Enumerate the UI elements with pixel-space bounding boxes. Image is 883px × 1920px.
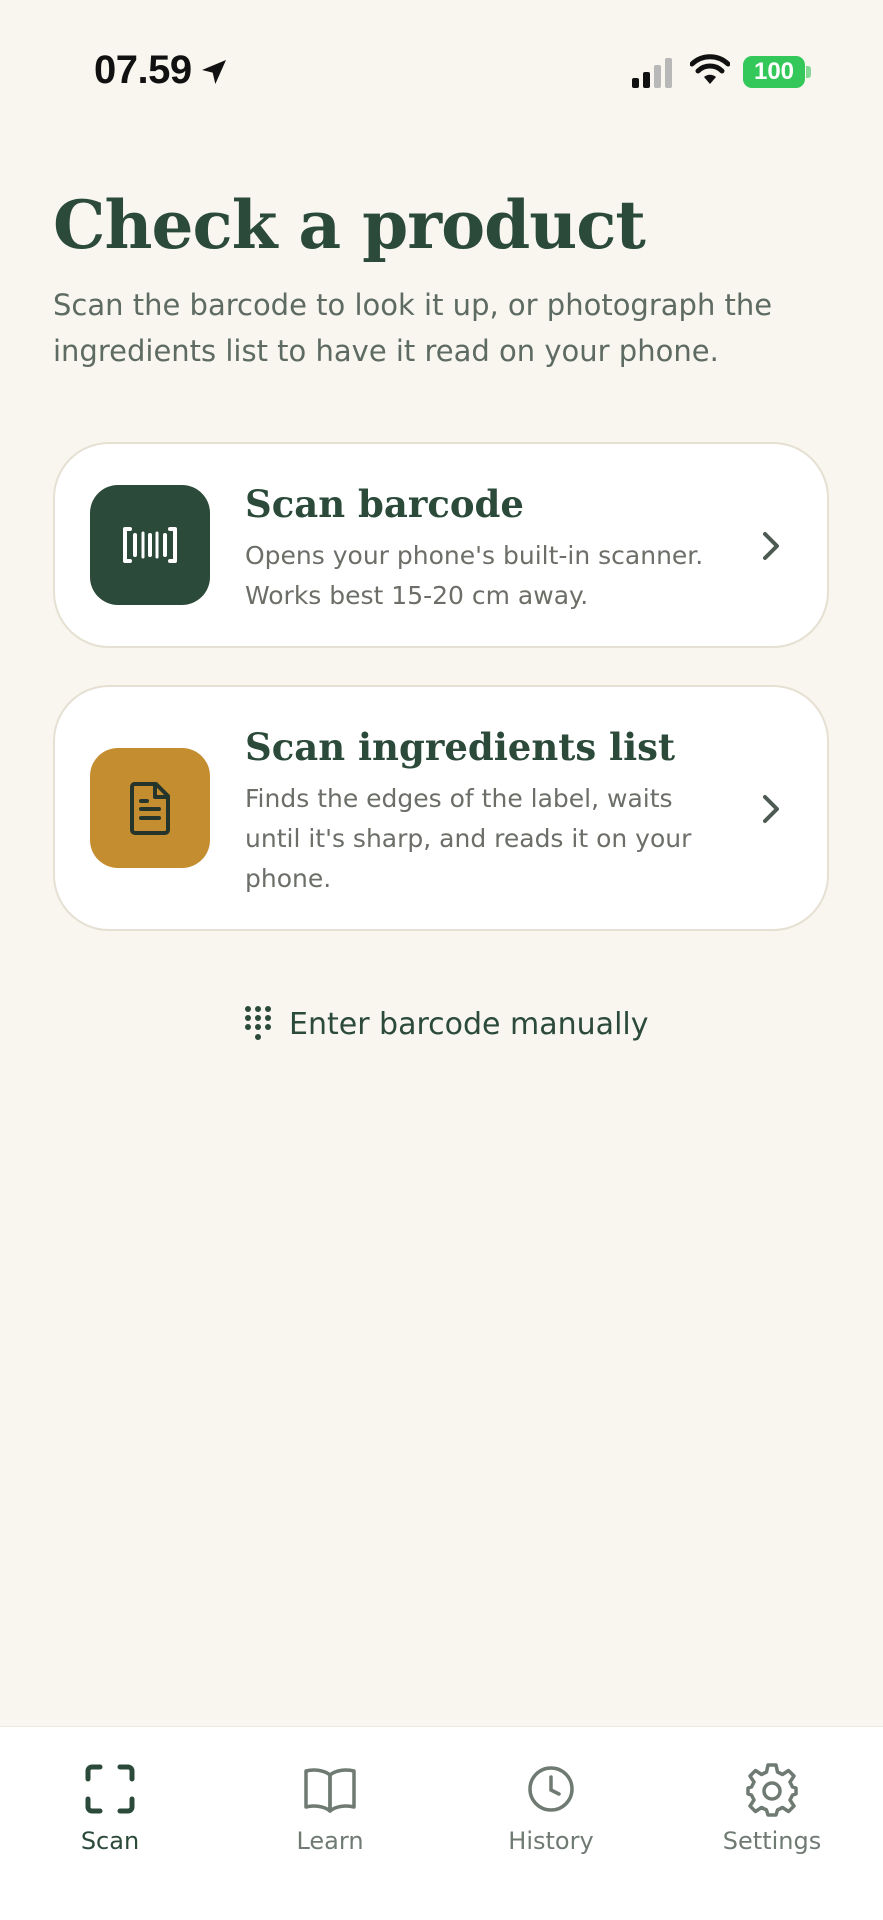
enter-barcode-manually-button[interactable]: Enter barcode manually (243, 1000, 649, 1048)
page-title: Check a product (53, 186, 646, 264)
scan-screen: 07.59 100 Check a product Scan the barco… (0, 0, 883, 1920)
scan-barcode-description: Opens your phone's built-in scanner. Wor… (245, 541, 704, 610)
gear-icon (746, 1763, 798, 1817)
enter-barcode-manually-label: Enter barcode manually (289, 1006, 649, 1042)
tab-scan[interactable]: Scan (30, 1761, 190, 1871)
chevron-right-icon (763, 795, 779, 823)
scan-barcode-card[interactable]: Scan barcode Opens your phone's built-in… (53, 442, 829, 648)
status-bar: 07.59 100 (0, 0, 883, 140)
location-arrow-icon (202, 60, 226, 84)
document-icon (130, 782, 170, 835)
cellular-signal-icon (632, 58, 672, 88)
tab-history[interactable]: History (471, 1761, 631, 1871)
clock-icon (528, 1766, 574, 1812)
barcode-icon (123, 527, 177, 563)
scan-ingredients-card[interactable]: Scan ingredients list Finds the edges of… (53, 685, 829, 931)
tab-settings[interactable]: Settings (692, 1761, 852, 1871)
bottom-tab-bar: Scan Learn History Settings (0, 1726, 883, 1920)
scan-frame-icon (85, 1764, 135, 1814)
scan-ingredients-title: Scan ingredients list (245, 725, 676, 769)
scan-barcode-icon-tile (90, 485, 210, 605)
tab-settings-label: Settings (722, 1827, 822, 1855)
keypad-icon (245, 1006, 271, 1040)
scan-ingredients-description: Finds the edges of the label, waits unti… (245, 784, 692, 893)
book-icon (304, 1768, 356, 1813)
status-time: 07.59 (94, 48, 192, 92)
scan-ingredients-icon-tile (90, 748, 210, 868)
battery-nub (806, 66, 811, 78)
page-subtitle: Scan the barcode to look it up, or photo… (53, 288, 773, 368)
tab-history-label: History (508, 1827, 594, 1855)
chevron-right-icon (763, 532, 779, 560)
tab-learn-label: Learn (296, 1827, 364, 1855)
battery-indicator: 100 (743, 56, 805, 88)
wifi-icon (690, 54, 730, 84)
tab-scan-label: Scan (80, 1827, 140, 1855)
scan-barcode-title: Scan barcode (245, 482, 524, 526)
tab-learn[interactable]: Learn (250, 1761, 410, 1871)
